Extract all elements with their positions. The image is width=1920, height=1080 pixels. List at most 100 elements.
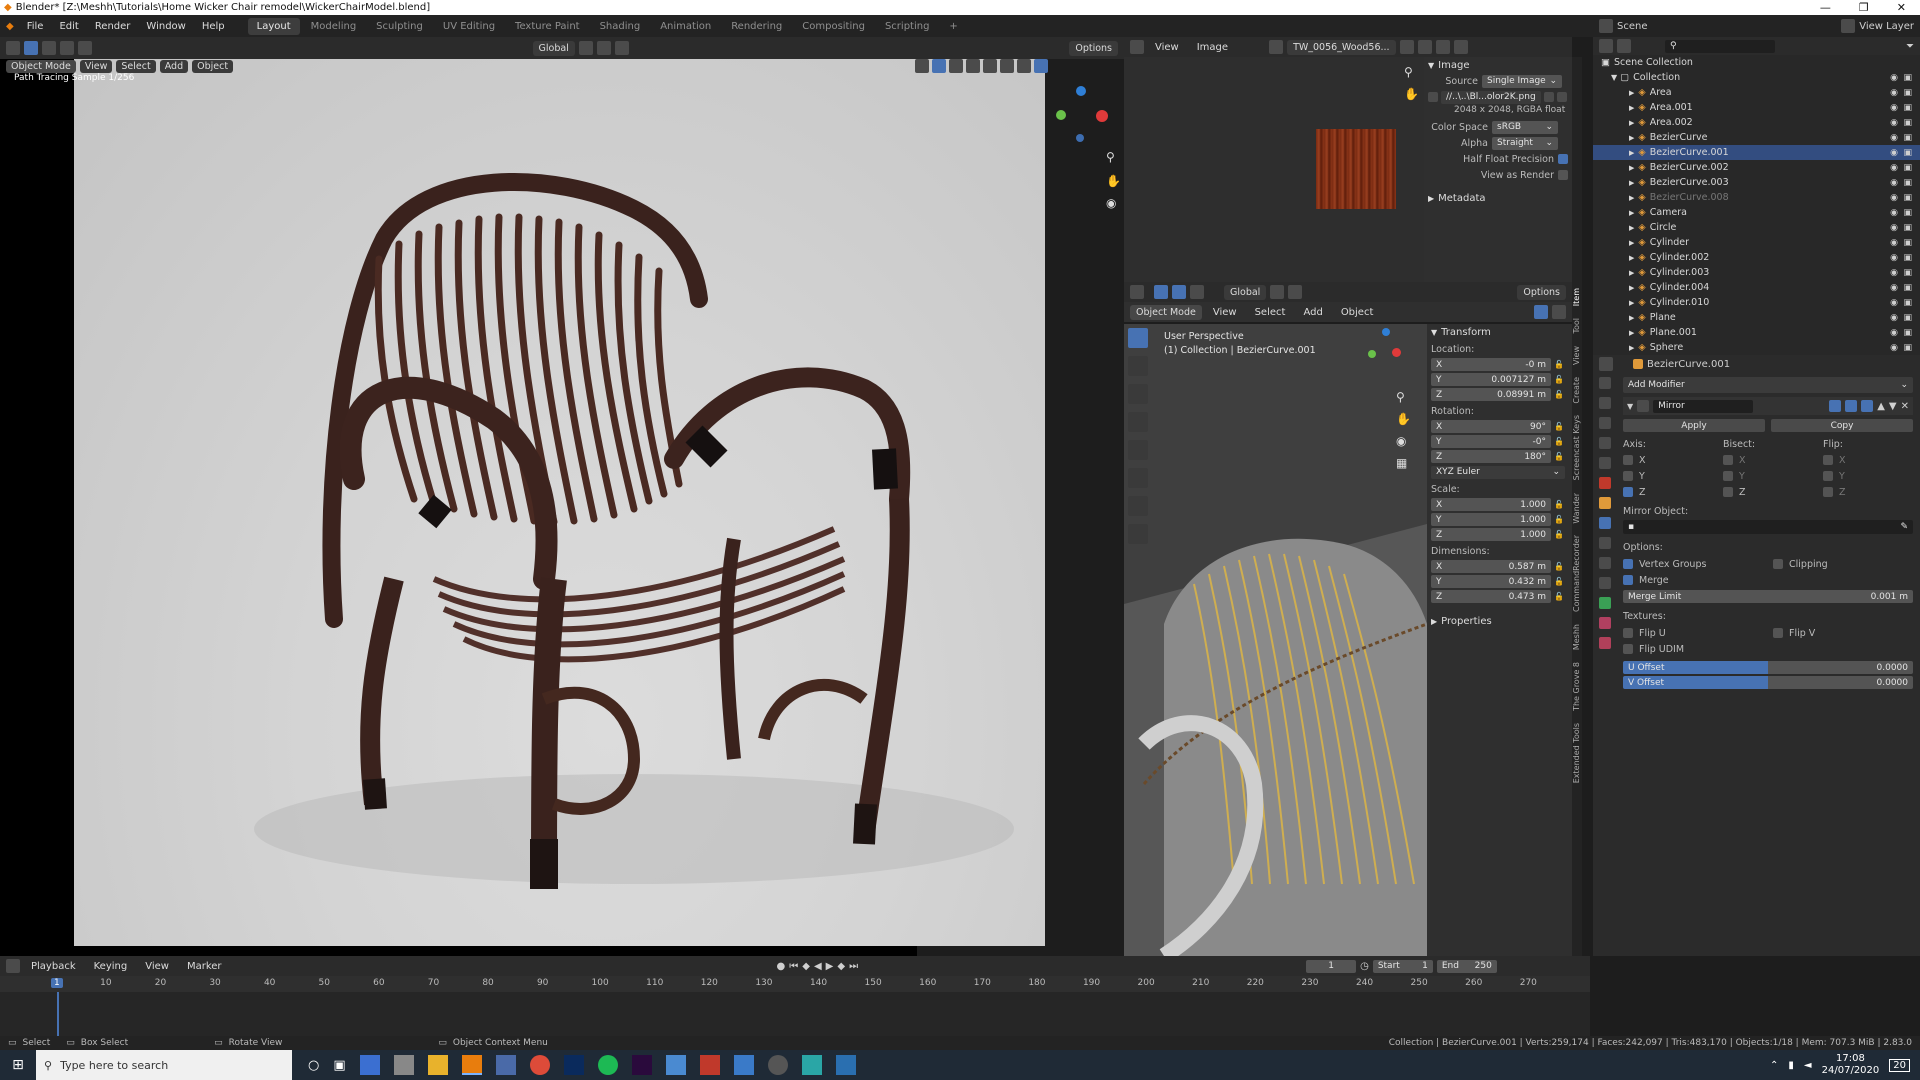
- move-up-icon[interactable]: ▲: [1877, 401, 1885, 412]
- visibility-eye-icon[interactable]: ◉: [1890, 253, 1898, 263]
- outliner-item[interactable]: ▶ ◈ Cylinder.003 ◉ ▣: [1593, 265, 1920, 280]
- menu-file[interactable]: File: [20, 21, 51, 32]
- image-menu[interactable]: Image: [1190, 42, 1235, 53]
- options-dropdown[interactable]: Options: [1069, 40, 1118, 56]
- pivot-icon[interactable]: [578, 41, 593, 55]
- n-panel-tab[interactable]: Item: [1572, 282, 1581, 312]
- remove-modifier-icon[interactable]: ✕: [1901, 401, 1909, 412]
- select-menu[interactable]: Select: [116, 59, 156, 73]
- viewport3d-solid-shading-icon[interactable]: [1534, 305, 1548, 319]
- bisect-z-checkbox[interactable]: [1723, 487, 1733, 497]
- edit-mode-toggle-icon[interactable]: [1829, 400, 1842, 412]
- render-camera-icon[interactable]: ▣: [1903, 148, 1912, 158]
- notification-icon[interactable]: 20: [1889, 1058, 1910, 1072]
- outliner-expand-icon[interactable]: ▶: [1629, 194, 1634, 202]
- task-view-icon[interactable]: ▣: [333, 1058, 345, 1073]
- n-panel-tab[interactable]: Screencast Keys: [1572, 409, 1581, 486]
- image-unlink-icon[interactable]: [1453, 40, 1468, 54]
- visibility-eye-icon[interactable]: ◉: [1890, 163, 1898, 173]
- workspace-tab-scripting[interactable]: Scripting: [876, 18, 938, 35]
- u-offset-slider[interactable]: U Offset 0.0000: [1623, 661, 1913, 674]
- keying-menu[interactable]: Keying: [87, 961, 135, 972]
- outliner-expand-icon[interactable]: ▶: [1629, 164, 1634, 172]
- collection-expand-icon[interactable]: ▼: [1611, 73, 1617, 82]
- outliner-expand-icon[interactable]: ▶: [1629, 119, 1634, 127]
- current-frame-field[interactable]: 1: [1306, 959, 1357, 973]
- play-reverse-icon[interactable]: ◀: [814, 961, 822, 972]
- record-icon[interactable]: ●: [777, 961, 786, 972]
- workspace-tab-animation[interactable]: Animation: [651, 18, 720, 35]
- viewport3d-pan-icon[interactable]: ✋: [1396, 412, 1411, 426]
- scale-z-field[interactable]: Z 1.000: [1431, 528, 1551, 541]
- tool-tab-icon[interactable]: [1599, 377, 1611, 389]
- axis-z-checkbox[interactable]: [1623, 487, 1633, 497]
- dimensions-x-field[interactable]: X 0.587 m: [1431, 560, 1551, 573]
- modifier-tab-icon[interactable]: [1599, 517, 1611, 529]
- premiere-icon[interactable]: [631, 1055, 652, 1075]
- blender-taskbar-icon[interactable]: [461, 1055, 482, 1075]
- n-panel-tab[interactable]: Tool: [1572, 312, 1581, 340]
- collapsed-arrow-icon[interactable]: ▶: [1428, 194, 1434, 203]
- render-camera-icon[interactable]: ▣: [1903, 223, 1912, 233]
- lock-icon[interactable]: 🔓: [1554, 422, 1564, 431]
- marker-menu[interactable]: Marker: [180, 961, 229, 972]
- rotation-y-field[interactable]: Y -0°: [1431, 435, 1551, 448]
- viewport3d-mode-dropdown[interactable]: Object Mode: [1130, 304, 1202, 320]
- view-layer-tab-icon[interactable]: [1599, 437, 1611, 449]
- view-as-render-checkbox[interactable]: [1558, 170, 1568, 180]
- n-panel-tab[interactable]: Create: [1572, 371, 1581, 410]
- viewport3d-view-menu[interactable]: View: [1206, 307, 1244, 318]
- select-mode-subtract-icon[interactable]: [78, 41, 92, 55]
- menu-help[interactable]: Help: [195, 21, 232, 32]
- workspace-tab-modeling[interactable]: Modeling: [302, 18, 366, 35]
- flip-z-checkbox[interactable]: [1823, 487, 1833, 497]
- lock-icon[interactable]: 🔓: [1554, 375, 1564, 384]
- collection-row[interactable]: ▼ ▢ Collection ◉ ▣: [1593, 70, 1920, 85]
- axis-y-checkbox[interactable]: [1623, 471, 1633, 481]
- workspace-tab-shading[interactable]: Shading: [591, 18, 650, 35]
- lock-icon[interactable]: 🔓: [1554, 390, 1564, 399]
- workspace-tab-layout[interactable]: Layout: [247, 17, 300, 35]
- jump-start-icon[interactable]: ⏮: [789, 961, 798, 972]
- render-camera-icon[interactable]: ▣: [1903, 253, 1912, 263]
- properties-editor-type-icon[interactable]: [1599, 357, 1613, 371]
- timeline-editor-type-icon[interactable]: [6, 959, 20, 973]
- render-camera-icon[interactable]: ▣: [1903, 208, 1912, 218]
- lock-icon[interactable]: 🔓: [1554, 577, 1564, 586]
- scale-tool-icon[interactable]: [1128, 440, 1148, 460]
- image-name-field[interactable]: TW_0056_Wood56...: [1287, 39, 1396, 55]
- next-keyframe-icon[interactable]: ◆: [837, 961, 845, 972]
- select-mode-extend-icon[interactable]: [60, 41, 74, 55]
- reload-icon[interactable]: [1557, 92, 1567, 102]
- minimize-button[interactable]: —: [1820, 1, 1831, 14]
- axis-x-checkbox[interactable]: [1623, 455, 1633, 465]
- outliner-expand-icon[interactable]: ▶: [1629, 314, 1634, 322]
- object-menu[interactable]: Object: [192, 59, 234, 73]
- modifier-name-field[interactable]: Mirror: [1653, 399, 1754, 413]
- image-editor-type-icon[interactable]: [1130, 40, 1144, 54]
- outliner-expand-icon[interactable]: ▶: [1629, 89, 1634, 97]
- outliner-expand-icon[interactable]: ▶: [1629, 239, 1634, 247]
- outliner-search-input[interactable]: ⚲: [1665, 39, 1775, 53]
- alpha-dropdown[interactable]: Straight ⌄: [1492, 136, 1558, 150]
- n-panel-tab[interactable]: Extended Tools: [1572, 717, 1581, 789]
- v-offset-slider[interactable]: V Offset 0.0000: [1623, 676, 1913, 689]
- viewport3d-select-menu[interactable]: Select: [1248, 307, 1293, 318]
- outliner-item[interactable]: ▶ ◈ BezierCurve.008 ◉ ▣: [1593, 190, 1920, 205]
- visibility-eye-icon[interactable]: ◉: [1890, 268, 1898, 278]
- visibility-eye-icon[interactable]: ◉: [1890, 328, 1898, 338]
- eyedropper-icon[interactable]: ✎: [1900, 522, 1908, 532]
- clock-time[interactable]: 17:08: [1822, 1053, 1880, 1065]
- visibility-eye-icon[interactable]: ◉: [1890, 88, 1898, 98]
- viewport3d-add-menu[interactable]: Add: [1296, 307, 1329, 318]
- viewport3d-snap-icon[interactable]: [1288, 285, 1303, 299]
- merge-limit-field[interactable]: Merge Limit 0.001 m: [1623, 590, 1913, 603]
- viewport3d-tool-icon[interactable]: [1154, 285, 1168, 299]
- pan-hand-icon[interactable]: ✋: [1106, 174, 1121, 188]
- outliner-display-mode-icon[interactable]: [1617, 39, 1631, 53]
- visibility-eye-icon[interactable]: ◉: [1890, 283, 1898, 293]
- render-camera-icon[interactable]: ▣: [1903, 193, 1912, 203]
- lock-icon[interactable]: 🔓: [1554, 500, 1564, 509]
- add-workspace-button[interactable]: +: [940, 18, 966, 35]
- render-camera-icon[interactable]: ▣: [1903, 238, 1912, 248]
